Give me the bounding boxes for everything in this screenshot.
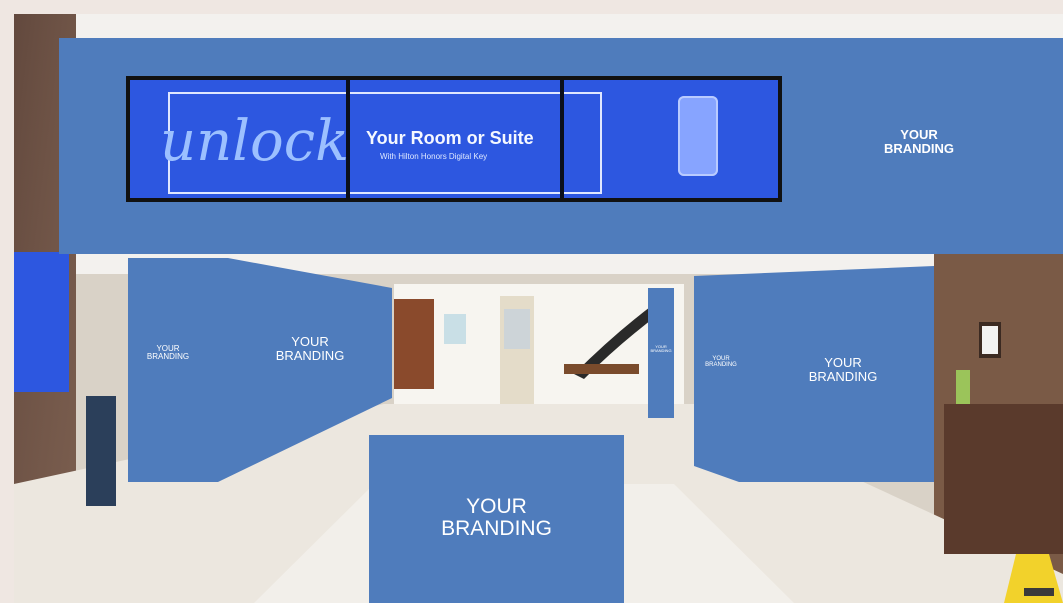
branding-left-main-text: YOUR BRANDING: [275, 334, 345, 363]
branding-right-main-text: YOUR BRANDING: [808, 355, 878, 384]
branding-top-text: YOUR BRANDING: [883, 127, 955, 156]
digital-signage-screen: unlock Your Room or Suite With Hilton Ho…: [126, 76, 782, 202]
branding-left-small-text: YOUR BRANDING: [146, 344, 190, 362]
hotel-lobby-photo: unlock Your Room or Suite With Hilton Ho…: [14, 14, 1063, 603]
screen-display: unlock Your Room or Suite With Hilton Ho…: [130, 80, 778, 198]
screen-subline: With Hilton Honors Digital Key: [380, 152, 488, 161]
branding-right-small-text: YOUR BRANDING: [705, 356, 737, 369]
branding-right-tiny-text: YOUR BRANDING: [650, 344, 672, 354]
branding-center-text: YOUR BRANDING: [441, 495, 552, 541]
screen-headline: Your Room or Suite: [366, 128, 534, 148]
unlock-script-text: unlock: [160, 109, 350, 174]
phone-icon: [678, 96, 718, 176]
